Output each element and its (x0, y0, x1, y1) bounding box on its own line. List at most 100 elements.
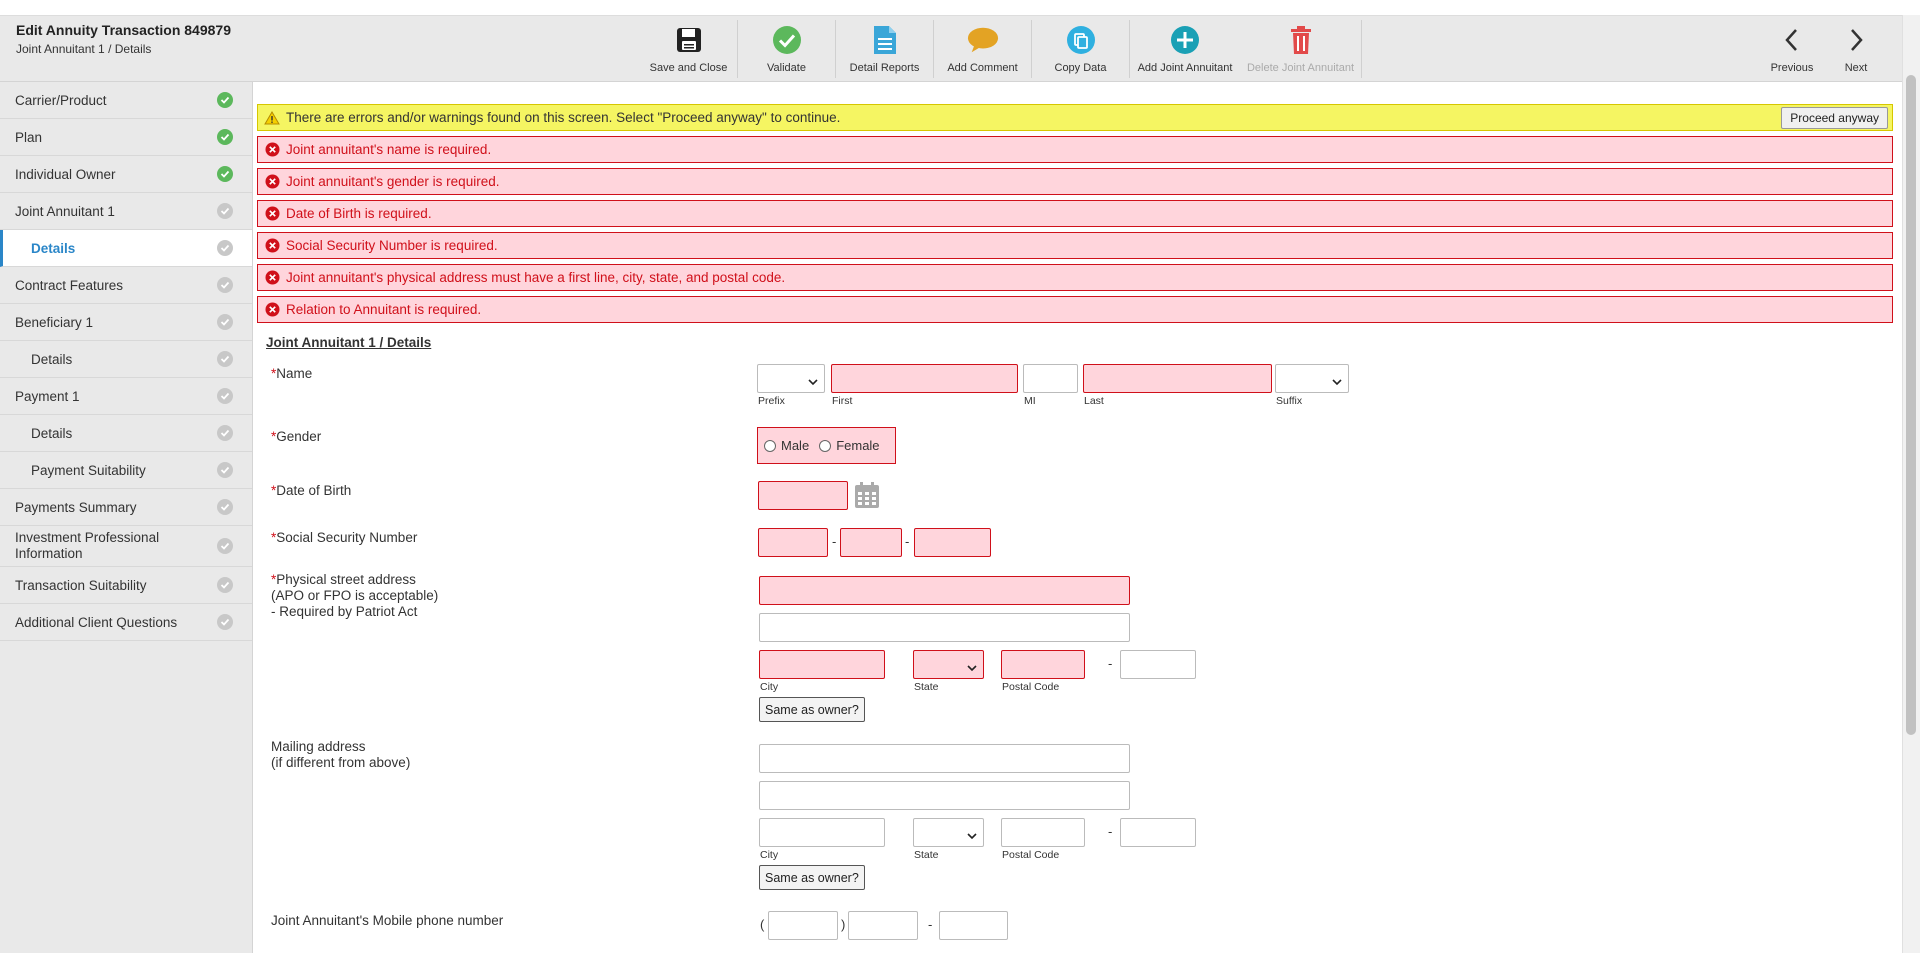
ssn-part2-input[interactable] (840, 528, 902, 557)
add-joint-label: Add Joint Annuitant (1137, 62, 1233, 74)
save-close-button[interactable]: Save and Close (640, 20, 738, 78)
sidebar-item-carrier-product[interactable]: Carrier/Product (0, 82, 252, 119)
last-name-input[interactable] (1083, 364, 1272, 393)
warning-icon (264, 110, 280, 126)
check-icon (217, 166, 233, 182)
sidebar-item-contract-features[interactable]: Contract Features (0, 267, 252, 304)
mailing-label-line2: (if different from above) (271, 755, 411, 770)
sidebar-item-label: Investment Professional Information (15, 530, 160, 561)
mailing-address-line2-input[interactable] (759, 781, 1130, 810)
previous-label: Previous (1770, 62, 1814, 74)
physical-address-line2-input[interactable] (759, 613, 1130, 642)
check-icon (217, 277, 233, 293)
mailing-city-input[interactable] (759, 818, 885, 847)
validate-button[interactable]: Validate (738, 20, 836, 78)
chevron-right-icon (1840, 24, 1872, 56)
sidebar-item-individual-owner[interactable]: Individual Owner (0, 156, 252, 193)
error-banner: Joint annuitant's physical address must … (257, 264, 1893, 291)
sidebar-item-payment-suitability[interactable]: Payment Suitability (0, 452, 252, 489)
sidebar-item-transaction-suitability[interactable]: Transaction Suitability (0, 567, 252, 604)
sidebar-item-investment-professional[interactable]: Investment Professional Information (0, 526, 252, 567)
vertical-scrollbar[interactable] (1902, 15, 1920, 953)
save-icon (673, 24, 705, 56)
physical-address-line1-input[interactable] (759, 576, 1130, 605)
section-title: Joint Annuitant 1 / Details (266, 335, 432, 350)
gender-label-text: Gender (276, 429, 322, 444)
chevron-down-icon (1332, 374, 1342, 389)
name-label: *Name (271, 366, 312, 382)
middle-initial-input[interactable] (1023, 364, 1078, 393)
sidebar-item-payments-summary[interactable]: Payments Summary (0, 489, 252, 526)
add-joint-annuitant-button[interactable]: Add Joint Annuitant (1130, 20, 1240, 78)
previous-button[interactable]: Previous (1764, 20, 1820, 78)
physical-city-input[interactable] (759, 650, 885, 679)
top-strip (0, 0, 1920, 15)
sidebar-item-joint-annuitant-1[interactable]: Joint Annuitant 1 (0, 193, 252, 230)
mailing-postal-ext-input[interactable] (1120, 818, 1196, 847)
chevron-down-icon (967, 660, 977, 675)
sidebar-item-beneficiary-details[interactable]: Details (0, 341, 252, 378)
postal-code-label: Postal Code (1002, 681, 1060, 693)
error-icon (264, 302, 280, 318)
chevron-down-icon (967, 828, 977, 843)
physical-state-select[interactable] (913, 650, 984, 679)
check-circle-icon (771, 24, 803, 56)
app-window: Edit Annuity Transaction 849879 Joint An… (0, 0, 1920, 953)
city-label: City (760, 681, 779, 693)
sidebar-item-label: Carrier/Product (15, 92, 107, 108)
header-bar: Edit Annuity Transaction 849879 Joint An… (0, 15, 1902, 82)
mobile-area-input[interactable] (768, 911, 838, 940)
sidebar-item-beneficiary-1[interactable]: Beneficiary 1 (0, 304, 252, 341)
calendar-icon[interactable] (854, 481, 880, 512)
male-radio[interactable] (764, 439, 776, 452)
delete-joint-annuitant-button[interactable]: Delete Joint Annuitant (1240, 20, 1362, 78)
ssn-label: *Social Security Number (271, 530, 417, 546)
first-name-input[interactable] (831, 364, 1018, 393)
error-banner: Social Security Number is required. (257, 232, 1893, 259)
physical-postal-ext-input[interactable] (1120, 650, 1196, 679)
sidebar-item-plan[interactable]: Plan (0, 119, 252, 156)
error-text: Date of Birth is required. (286, 206, 432, 221)
detail-reports-button[interactable]: Detail Reports (836, 20, 934, 78)
copy-data-button[interactable]: Copy Data (1032, 20, 1130, 78)
mobile-line-input[interactable] (939, 911, 1008, 940)
suffix-select[interactable] (1275, 364, 1349, 393)
sidebar-item-additional-client-questions[interactable]: Additional Client Questions (0, 604, 252, 641)
check-icon (217, 462, 233, 478)
error-icon (264, 270, 280, 286)
female-radio[interactable] (819, 439, 832, 452)
sidebar-item-label: Joint Annuitant 1 (15, 203, 115, 219)
sidebar-item-label: Additional Client Questions (15, 614, 178, 630)
sidebar-item-joint-details[interactable]: Details (0, 230, 252, 267)
error-banner: Relation to Annuitant is required. (257, 296, 1893, 323)
sidebar-item-label: Payment Suitability (31, 462, 146, 478)
mailing-label-line1: Mailing address (271, 739, 366, 754)
error-banner: Joint annuitant's name is required. (257, 136, 1893, 163)
mailing-address-line1-input[interactable] (759, 744, 1130, 773)
same-as-owner-button[interactable]: Same as owner? (759, 865, 865, 890)
prefix-select[interactable] (757, 364, 825, 393)
check-icon (217, 425, 233, 441)
trash-icon (1285, 24, 1317, 56)
scrollbar-thumb[interactable] (1906, 75, 1916, 735)
sidebar-item-payment-1[interactable]: Payment 1 (0, 378, 252, 415)
mobile-prefix-input[interactable] (848, 911, 918, 940)
dob-input[interactable] (758, 481, 848, 510)
sidebar-item-label: Transaction Suitability (15, 577, 147, 593)
ssn-part3-input[interactable] (914, 528, 991, 557)
physical-label-line2: (APO or FPO is acceptable) (271, 588, 439, 603)
physical-postal-input[interactable] (1001, 650, 1085, 679)
mailing-postal-input[interactable] (1001, 818, 1085, 847)
error-text: Relation to Annuitant is required. (286, 302, 482, 317)
ssn-part1-input[interactable] (758, 528, 828, 557)
add-comment-button[interactable]: Add Comment (934, 20, 1032, 78)
female-label: Female (836, 438, 880, 453)
check-icon (217, 577, 233, 593)
same-as-owner-button[interactable]: Same as owner? (759, 697, 865, 722)
mailing-state-select[interactable] (913, 818, 984, 847)
copy-icon (1065, 24, 1097, 56)
physical-address-label: *Physical street address (APO or FPO is … (271, 572, 438, 620)
sidebar-item-payment-details[interactable]: Details (0, 415, 252, 452)
next-button[interactable]: Next (1828, 20, 1884, 78)
proceed-anyway-button[interactable]: Proceed anyway (1781, 107, 1888, 129)
